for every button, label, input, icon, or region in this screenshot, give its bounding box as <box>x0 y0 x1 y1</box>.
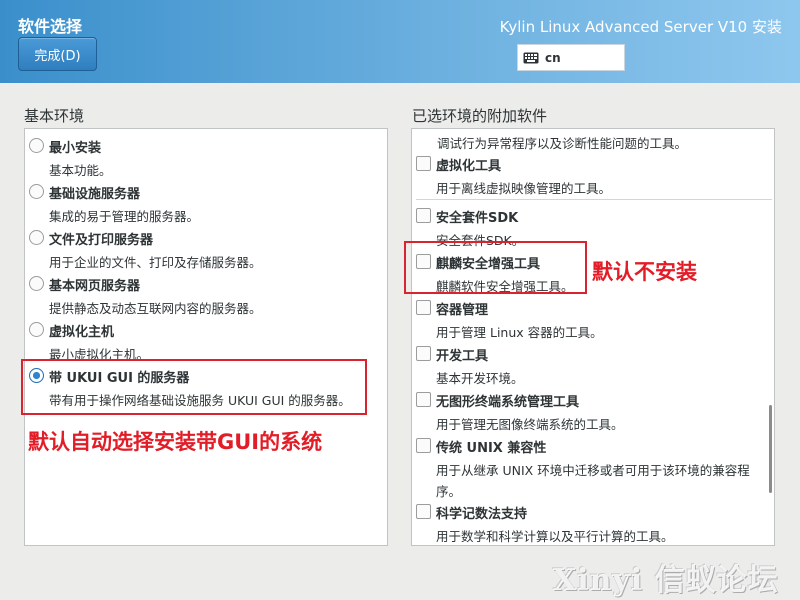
env-option-title: 基础设施服务器 <box>49 187 141 202</box>
base-environment-list: 最小安装 基本功能。 基础设施服务器 集成的易于管理的服务器。 文件及打印服务器… <box>24 128 388 546</box>
addon-title: 安全套件SDK <box>436 211 519 226</box>
done-button[interactable]: 完成(D) <box>18 37 97 71</box>
checkbox[interactable] <box>416 346 431 361</box>
page-title: 软件选择 <box>18 17 83 36</box>
addon-desc: 用于数学和科学计算以及平行计算的工具。 <box>436 529 674 544</box>
keyboard-layout-label: cn <box>545 50 561 65</box>
env-option-title: 基本网页服务器 <box>49 279 141 294</box>
radio-button[interactable] <box>29 138 44 153</box>
separator <box>416 199 772 200</box>
addon-desc: 用于管理无图像终端系统的工具。 <box>436 417 624 432</box>
radio-button[interactable] <box>29 322 44 337</box>
scrollbar[interactable] <box>769 405 772 493</box>
watermark-logo: Xinyi 信蚁论坛 <box>553 563 779 598</box>
radio-button[interactable] <box>29 184 44 199</box>
product-title: Kylin Linux Advanced Server V10 安装 <box>499 18 782 36</box>
checkbox[interactable] <box>416 300 431 315</box>
addon-title: 传统 UNIX 兼容性 <box>436 441 547 456</box>
addon-title: 虚拟化工具 <box>436 159 502 174</box>
addon-title: 开发工具 <box>436 349 489 364</box>
addon-list: 调试行为异常程序以及诊断性能问题的工具。 虚拟化工具 用于离线虚拟映像管理的工具… <box>411 128 775 546</box>
env-option-title: 文件及打印服务器 <box>49 233 154 248</box>
addons-heading: 已选环境的附加软件 <box>412 107 548 125</box>
env-option-title: 最小安装 <box>49 141 102 156</box>
env-option-desc: 基本功能。 <box>49 163 112 178</box>
addon-desc: 用于管理 Linux 容器的工具。 <box>436 325 603 340</box>
checkbox[interactable] <box>416 156 431 171</box>
addon-title: 容器管理 <box>436 303 489 318</box>
addon-desc: 用于从继承 UNIX 环境中迁移或者可用于该环境的兼容程 <box>436 463 750 478</box>
checkbox[interactable] <box>416 504 431 519</box>
env-option-title: 虚拟化主机 <box>49 325 115 340</box>
checkbox[interactable] <box>416 438 431 453</box>
addon-desc: 用于离线虚拟映像管理的工具。 <box>436 181 612 196</box>
annotation-default-gui: 默认自动选择安装带GUI的系统 <box>28 430 323 454</box>
keyboard-icon <box>523 52 539 64</box>
checkbox[interactable] <box>416 208 431 223</box>
annotation-box-security-tool <box>404 241 587 294</box>
annotation-not-installed: 默认不安装 <box>592 260 697 284</box>
env-option-desc: 用于企业的文件、打印及存储服务器。 <box>49 255 262 270</box>
checkbox[interactable] <box>416 392 431 407</box>
addon-desc-partial: 调试行为异常程序以及诊断性能问题的工具。 <box>437 136 688 151</box>
addon-title: 无图形终端系统管理工具 <box>436 395 580 410</box>
radio-button[interactable] <box>29 276 44 291</box>
radio-button[interactable] <box>29 230 44 245</box>
annotation-box-gui-server <box>21 359 367 415</box>
keyboard-layout-indicator[interactable]: cn <box>517 44 625 71</box>
addon-desc-continued: 序。 <box>436 484 462 499</box>
base-environment-heading: 基本环境 <box>24 107 85 125</box>
addon-desc: 基本开发环境。 <box>436 371 524 386</box>
addon-title: 科学记数法支持 <box>436 507 528 522</box>
env-option-desc: 提供静态及动态互联网内容的服务器。 <box>49 301 262 316</box>
env-option-desc: 集成的易于管理的服务器。 <box>49 209 200 224</box>
header-bar: 软件选择 完成(D) Kylin Linux Advanced Server V… <box>0 0 800 83</box>
